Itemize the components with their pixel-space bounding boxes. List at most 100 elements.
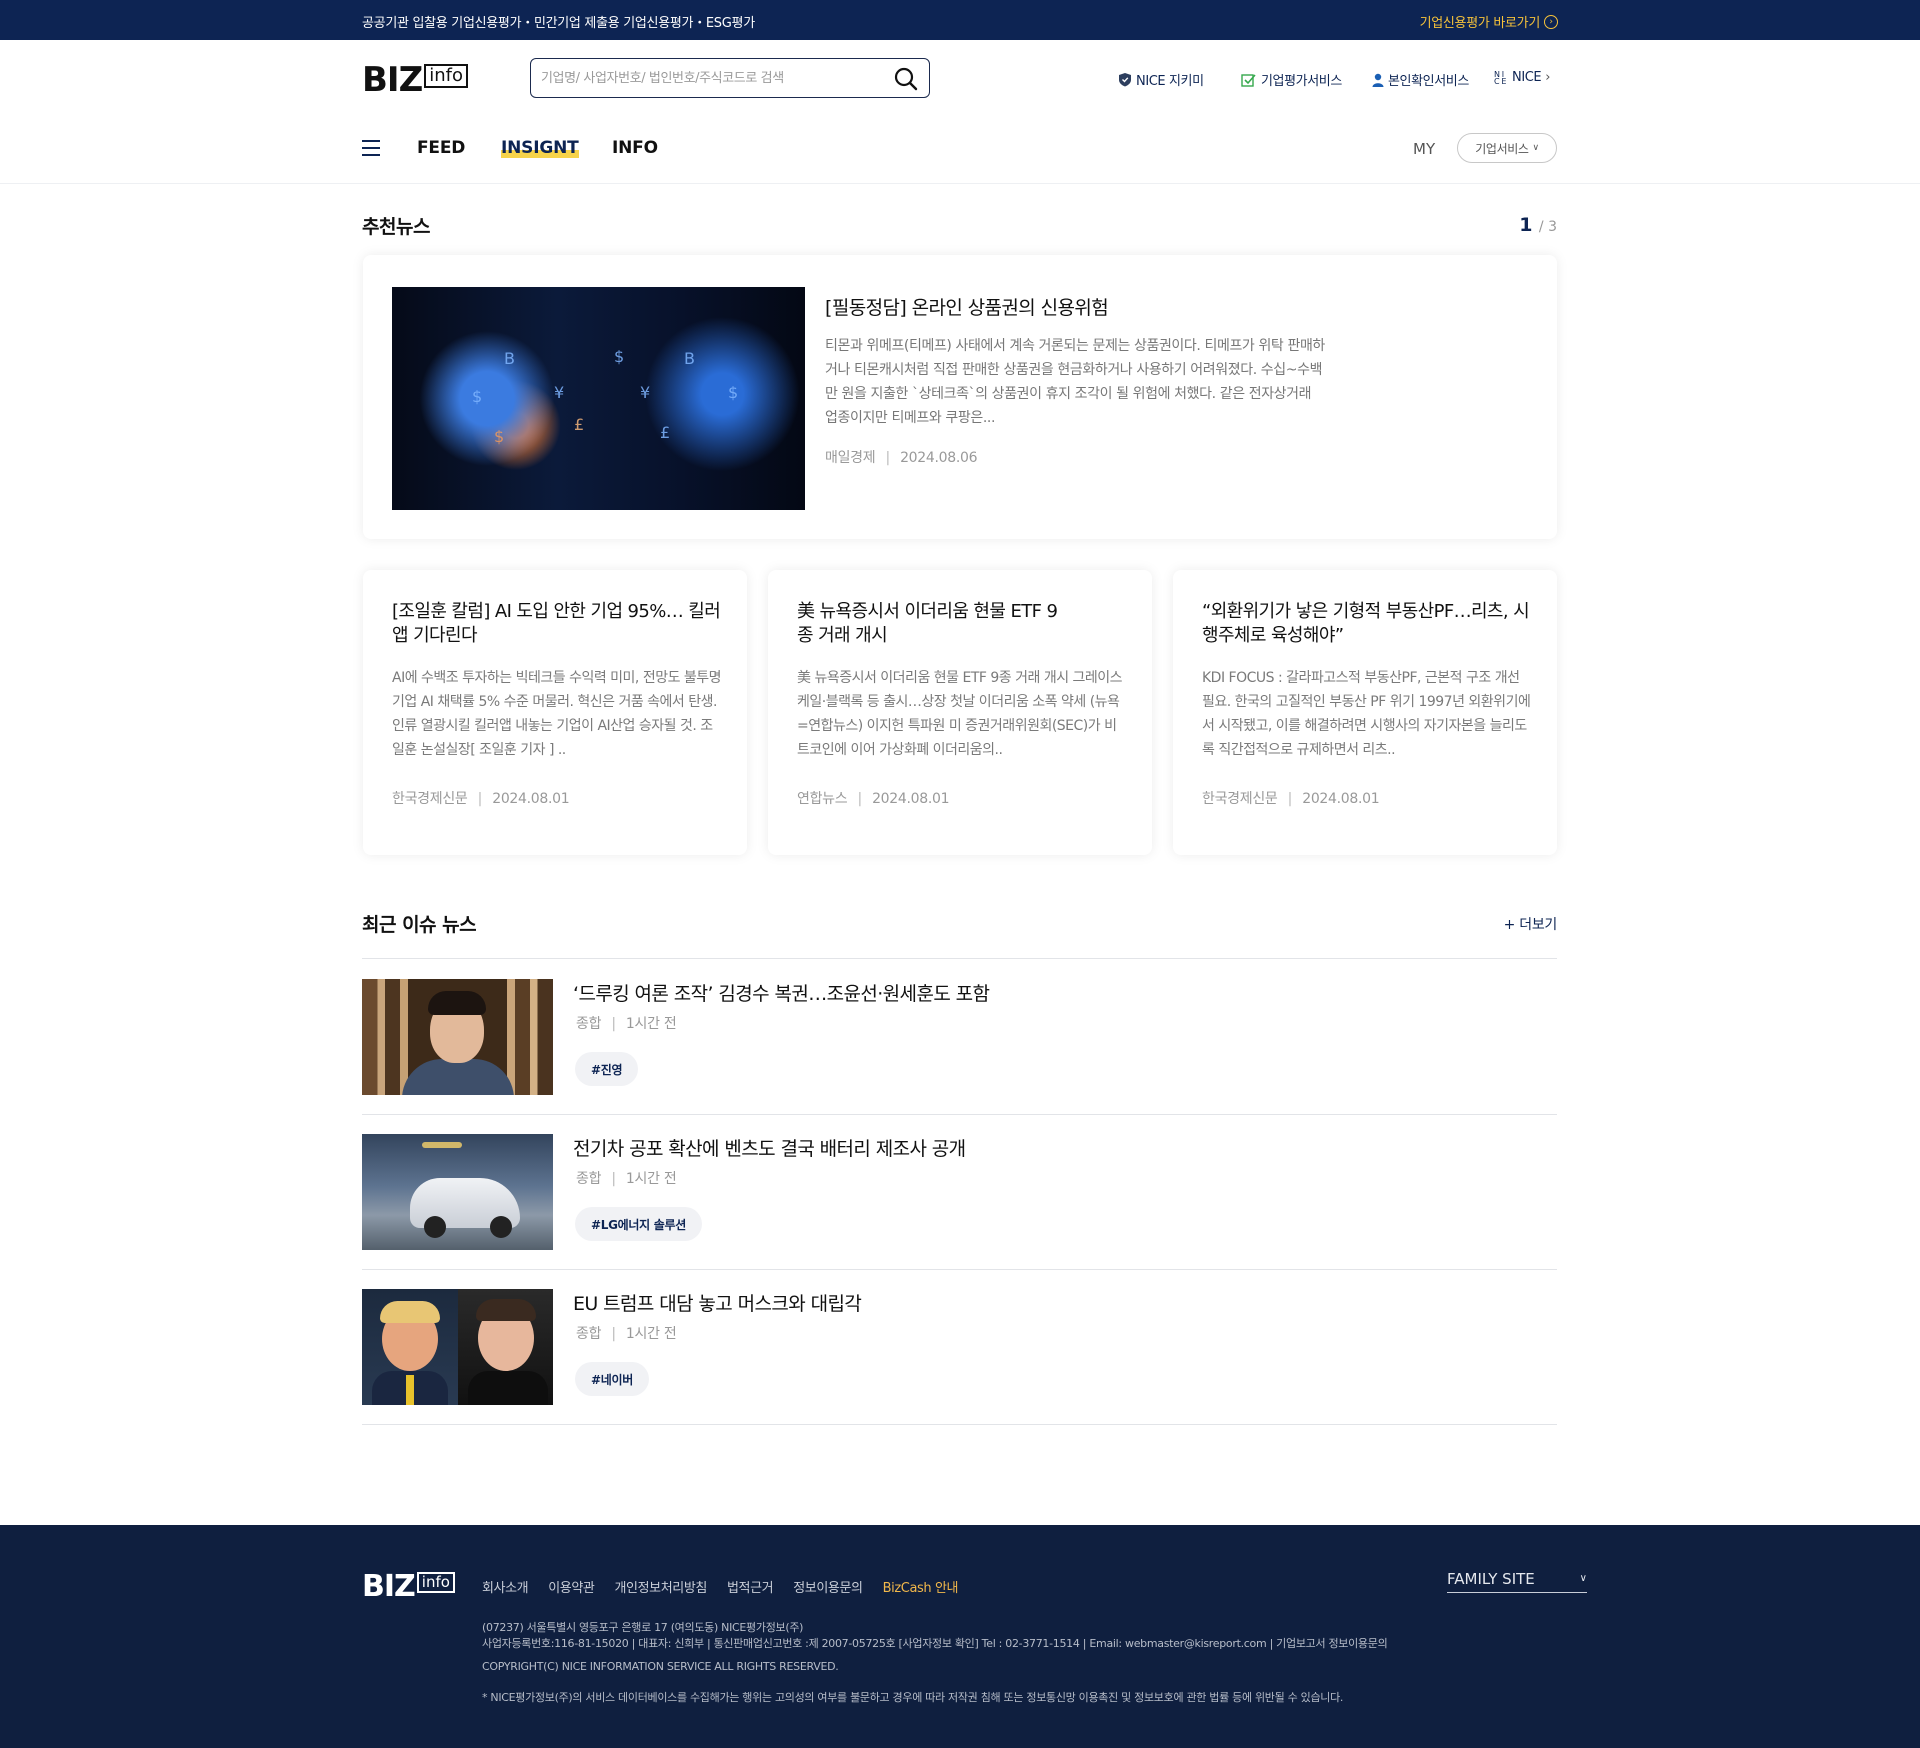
util-nice-link[interactable]: N IC E NICE › — [1494, 70, 1550, 85]
news-date: 2024.08.01 — [872, 791, 950, 807]
thumbnail-shape — [380, 1301, 440, 1323]
currency-glyph: $ — [494, 427, 505, 446]
featured-news-desc: 티몬과 위메프(티메프) 사태에서 계속 거론되는 문제는 상품권이다. 티메프… — [825, 338, 1325, 426]
news-source: 매일경제 — [825, 450, 876, 466]
recent-news-meta: 종합 | 1시간 전 — [576, 1326, 677, 1342]
footer-notice: * NICE평가정보(주)의 서비스 데이터베이스를 수집해가는 행위는 고의성… — [482, 1691, 1344, 1704]
thumbnail-shape — [490, 1216, 512, 1238]
business-service-label: 기업서비스 — [1475, 141, 1529, 156]
checkbox-check-icon — [1241, 73, 1256, 87]
banner-text: 공공기관 입찰용 기업신용평가・민간기업 제출용 기업신용평가・ESG평가 — [362, 16, 755, 31]
news-date: 2024.08.01 — [492, 791, 570, 807]
logo-biz: BIZ — [362, 60, 423, 100]
footer-address: (07237) 서울특별시 영등포구 은행로 17 (여의도동) NICE평가정… — [482, 1621, 804, 1634]
more-link[interactable]: + 더보기 — [1504, 914, 1558, 934]
news-card[interactable]: 美 뉴욕증시서 이더리움 현물 ETF 9종 거래 개시 美 뉴욕증시서 이더리… — [768, 570, 1152, 855]
footer-link-privacy[interactable]: 개인정보처리방침 — [615, 1577, 708, 1596]
news-card-desc: AI에 수백조 투자하는 빅테크들 수익력 미미, 전망도 불투명 기업 AI … — [392, 670, 722, 758]
news-time: 1시간 전 — [625, 1326, 677, 1342]
thumbnail-shape — [468, 1371, 548, 1405]
footer-link-about[interactable]: 회사소개 — [482, 1577, 529, 1596]
footer-link-terms[interactable]: 이용약관 — [548, 1577, 595, 1596]
featured-news-card[interactable]: $ B ¥ £ $ ¥ B $ £ $ [필동정담] 온라인 상품권의 신용위험… — [363, 255, 1557, 539]
business-service-dropdown[interactable]: 기업서비스 ∨ — [1457, 133, 1557, 163]
bizinfo-logo[interactable]: BIZ info — [362, 60, 468, 100]
logo-info: info — [416, 1572, 455, 1593]
news-category: 종합 — [576, 1016, 602, 1032]
news-source: 한국경제신문 — [1202, 791, 1278, 807]
util-rating-service[interactable]: 기업평가서비스 — [1241, 70, 1342, 89]
news-time: 1시간 전 — [625, 1016, 677, 1032]
footer-business-info: 사업자등록번호:116-81-15020 | 대표자: 신희부 | 통신판매업신… — [482, 1637, 1388, 1650]
family-site-dropdown[interactable]: FAMILY SITE ∨ — [1447, 1565, 1587, 1593]
news-card-desc: 美 뉴욕증시서 이더리움 현물 ETF 9종 거래 개시 그레이스케일·블랙록 … — [797, 670, 1123, 758]
recommended-news-title: 추천뉴스 — [362, 216, 430, 238]
logo-biz: BIZ — [362, 1569, 416, 1604]
person-icon — [1372, 73, 1384, 87]
news-card-title[interactable]: 美 뉴욕증시서 이더리움 현물 ETF 9종 거래 개시 — [797, 600, 1067, 648]
recent-news-meta: 종합 | 1시간 전 — [576, 1171, 677, 1187]
chevron-right-circle-icon: › — [1544, 14, 1558, 29]
footer-logo[interactable]: BIZ info — [362, 1569, 455, 1604]
news-time: 1시간 전 — [625, 1171, 677, 1187]
news-card-meta: 한국경제신문 | 2024.08.01 — [392, 791, 570, 807]
recent-news-title-1[interactable]: ‘드루킹 여론 조작’ 김경수 복권…조윤선·원세훈도 포함 — [573, 979, 990, 1006]
news-source: 연합뉴스 — [797, 791, 848, 807]
family-site-label: FAMILY SITE — [1447, 1569, 1535, 1588]
featured-news-title[interactable]: [필동정담] 온라인 상품권의 신용위험 — [825, 293, 1109, 320]
util-identity-service-label: 본인확인서비스 — [1388, 74, 1469, 89]
nav-insignt[interactable]: INSIGNT — [501, 138, 579, 158]
credit-rating-link[interactable]: 기업신용평가 바로가기 › — [1420, 12, 1558, 31]
pager-current: 1 — [1519, 214, 1533, 236]
news-card-title[interactable]: [조일훈 칼럼] AI 도입 안한 기업 95%… 킬러앱 기다린다 — [392, 600, 722, 648]
news-thumbnail[interactable] — [362, 979, 553, 1095]
footer-links: 회사소개 이용약관 개인정보처리방침 법적근거 정보이용문의 BizCash 안… — [482, 1577, 958, 1596]
recent-news-title-2[interactable]: 전기차 공포 확산에 벤츠도 결국 배터리 제조사 공개 — [573, 1134, 966, 1161]
currency-glyph: £ — [660, 423, 671, 442]
site-header: BIZ info NICE 지키미 기업평가서비스 본인확인서비스 N IC E… — [0, 40, 1920, 184]
news-card[interactable]: “외환위기가 낳은 기형적 부동산PF…리츠, 시행주체로 육성해야” KDI … — [1173, 570, 1557, 855]
currency-glyph: $ — [472, 387, 483, 406]
util-nice-jikimi-label: NICE 지키미 — [1136, 74, 1204, 89]
footer-link-inquiry[interactable]: 정보이용문의 — [793, 1577, 863, 1596]
util-nice-jikimi[interactable]: NICE 지키미 — [1118, 70, 1204, 89]
news-thumbnail[interactable] — [362, 1289, 553, 1405]
news-tag[interactable]: #LG에너지 솔루션 — [575, 1207, 702, 1241]
util-identity-service[interactable]: 본인확인서비스 — [1372, 70, 1469, 89]
featured-news-image: $ B ¥ £ $ ¥ B $ £ $ — [392, 287, 805, 510]
recommended-pager: 1 / 3 — [1519, 214, 1557, 236]
currency-glyph: ¥ — [640, 383, 651, 402]
nav-feed[interactable]: FEED — [417, 138, 465, 158]
shield-icon — [1119, 73, 1131, 87]
nav-info[interactable]: INFO — [612, 138, 658, 158]
news-card[interactable]: [조일훈 칼럼] AI 도입 안한 기업 95%… 킬러앱 기다린다 AI에 수… — [363, 570, 747, 855]
news-category: 종합 — [576, 1326, 602, 1342]
thumbnail-shape — [402, 1059, 514, 1095]
my-link[interactable]: MY — [1413, 140, 1435, 158]
thumbnail-shape — [424, 1216, 446, 1238]
menu-icon[interactable] — [362, 140, 380, 156]
news-thumbnail[interactable] — [362, 1134, 553, 1250]
util-nice-label: NICE — [1512, 70, 1542, 85]
site-footer: BIZ info 회사소개 이용약관 개인정보처리방침 법적근거 정보이용문의 … — [0, 1525, 1920, 1748]
divider — [362, 1114, 1557, 1115]
search-icon[interactable] — [893, 66, 919, 92]
thumbnail-shape — [476, 1299, 536, 1321]
chevron-right-icon: › — [1545, 70, 1551, 85]
footer-link-bizcash[interactable]: BizCash 안내 — [883, 1577, 959, 1596]
recent-news-title-3[interactable]: EU 트럼프 대담 놓고 머스크와 대립각 — [573, 1289, 862, 1316]
news-tag[interactable]: #네이버 — [575, 1362, 649, 1396]
news-card-title[interactable]: “외환위기가 낳은 기형적 부동산PF…리츠, 시행주체로 육성해야” — [1202, 600, 1532, 648]
currency-glyph: $ — [728, 383, 739, 402]
currency-glyph: ¥ — [554, 383, 565, 402]
util-rating-service-label: 기업평가서비스 — [1261, 74, 1342, 89]
currency-glyph: £ — [574, 415, 585, 434]
footer-copyright: COPYRIGHT(C) NICE INFORMATION SERVICE AL… — [482, 1660, 839, 1673]
recent-news-title: 최근 이슈 뉴스 — [362, 914, 477, 936]
search-input[interactable] — [541, 67, 881, 89]
currency-glyph: B — [684, 349, 695, 368]
footer-link-legal[interactable]: 법적근거 — [727, 1577, 774, 1596]
news-date: 2024.08.01 — [1302, 791, 1380, 807]
news-card-meta: 한국경제신문 | 2024.08.01 — [1202, 791, 1380, 807]
news-tag[interactable]: #진영 — [575, 1052, 639, 1086]
